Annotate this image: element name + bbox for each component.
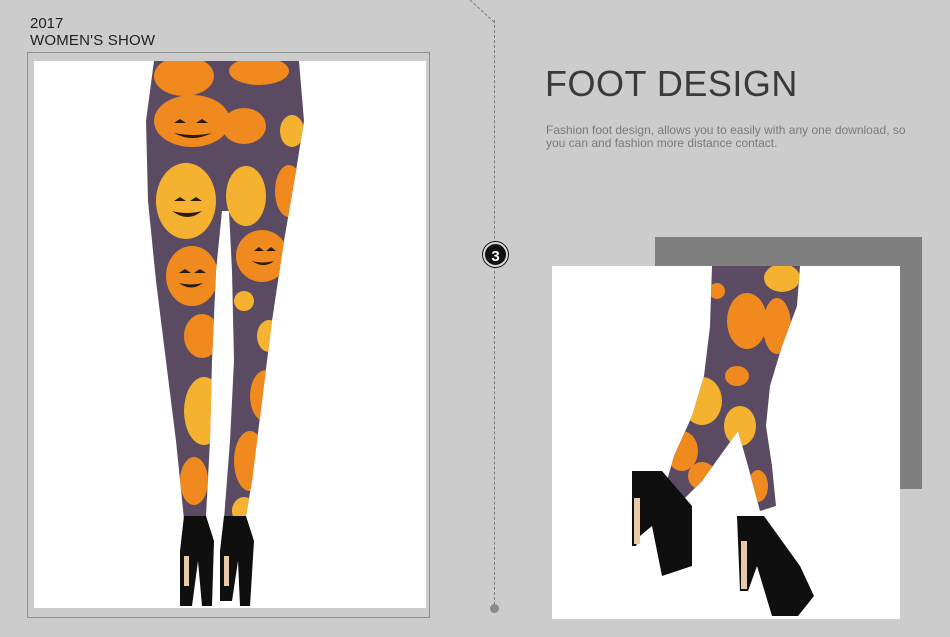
left-product-photo (34, 61, 426, 608)
section-description: Fashion foot design, allows you to easil… (546, 123, 906, 150)
year-label: 2017 (30, 15, 64, 32)
timeline-end-dot (490, 604, 499, 613)
section-title: FOOT DESIGN (545, 63, 798, 104)
right-product-photo (552, 266, 900, 619)
step-marker: 3 (483, 242, 508, 267)
timeline-line (494, 20, 496, 610)
show-label: WOMEN'S SHOW (30, 32, 156, 49)
